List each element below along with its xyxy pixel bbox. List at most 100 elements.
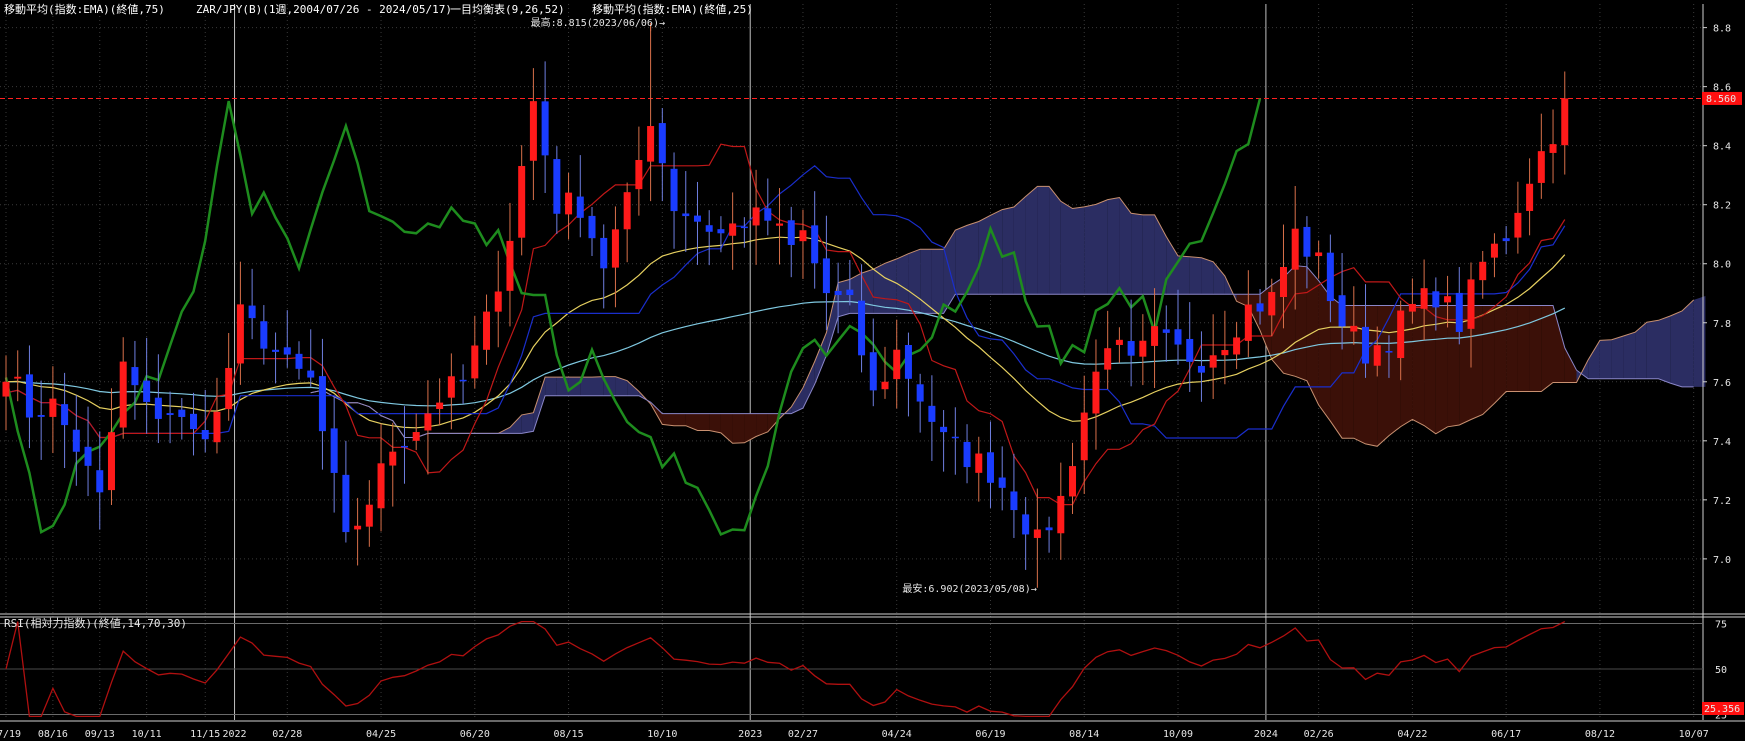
- candle-body: [1197, 365, 1205, 373]
- kumo-segment: [1658, 316, 1671, 384]
- candle-body: [283, 347, 291, 355]
- rsi-panel: 755025: [0, 619, 1727, 722]
- candle-body: [565, 192, 573, 215]
- kumo-segment: [1599, 339, 1612, 379]
- candle-body: [553, 159, 561, 214]
- kumo-segment: [1131, 213, 1143, 295]
- kumo-segment: [1682, 299, 1694, 387]
- candle-body: [119, 361, 127, 428]
- candle-body: [1186, 338, 1194, 362]
- candle-body: [986, 452, 994, 483]
- candle-body: [1092, 371, 1100, 414]
- candle-body: [61, 404, 69, 426]
- candle-body: [354, 525, 362, 530]
- kumo-segment: [896, 253, 909, 314]
- candle-body: [342, 474, 350, 533]
- candle-body: [494, 291, 502, 312]
- candle-body: [611, 229, 619, 268]
- candle-body: [811, 225, 819, 264]
- kumo-segment: [720, 413, 733, 444]
- year-label: 2024: [1254, 729, 1278, 740]
- candle-body: [1326, 252, 1334, 302]
- candle-body: [1045, 527, 1053, 531]
- y-tick-label: 8.8: [1713, 24, 1731, 35]
- candle-body: [647, 126, 655, 162]
- kumo-segment: [955, 225, 967, 295]
- ma25-legend: 移動平均(指数:EMA)(終値,25): [592, 2, 753, 16]
- candle-body: [1080, 412, 1088, 461]
- kumo-segment: [533, 377, 546, 432]
- candle-body: [1537, 151, 1545, 183]
- candle-body: [154, 397, 162, 419]
- candle-body: [529, 101, 537, 161]
- last-price-value: 8.560: [1706, 94, 1736, 105]
- kumo-segment: [1553, 305, 1565, 383]
- candle-body: [1397, 310, 1405, 359]
- kumo-segment: [967, 221, 979, 295]
- y-tick-label: 8.4: [1713, 142, 1731, 153]
- x-tick-label: 02/27: [788, 729, 818, 740]
- kumo-segment: [1178, 255, 1190, 295]
- x-tick-label: 09/13: [85, 729, 115, 740]
- x-tick-label: 06/19: [975, 729, 1005, 740]
- candle-body: [25, 374, 33, 418]
- candle-body: [776, 223, 784, 226]
- high-annotation: 最高:8.815(2023/06/06)→: [531, 16, 665, 29]
- candle-body: [272, 349, 280, 352]
- kumo-segment: [1002, 207, 1014, 295]
- candle-body: [400, 445, 408, 448]
- candle-body: [541, 101, 549, 156]
- kumo-segment: [1377, 305, 1389, 447]
- candle-body: [963, 441, 971, 468]
- y-tick-label: 8.0: [1713, 260, 1731, 271]
- candle-body: [1033, 529, 1041, 538]
- candle-body: [166, 413, 174, 416]
- kumo-segment: [978, 215, 991, 295]
- kumo-segment: [732, 413, 745, 444]
- kumo-segment: [1049, 186, 1061, 295]
- candle-body: [1479, 261, 1487, 281]
- candle-body: [682, 213, 690, 217]
- candle-body: [1490, 243, 1498, 258]
- ma75-legend: 移動平均(指数:EMA)(終値,75): [4, 2, 165, 16]
- kumo-segment: [1037, 186, 1050, 295]
- ichimoku-chart: 8.88.68.48.28.07.87.67.47.27.0 755025 07…: [0, 2, 1745, 740]
- kumo-segment: [1119, 197, 1132, 295]
- x-tick-label: 08/15: [554, 729, 584, 740]
- kumo-segment: [1412, 305, 1425, 426]
- candle-body: [1162, 329, 1170, 333]
- candle-body: [518, 166, 526, 238]
- kumo-segment: [1107, 197, 1120, 295]
- candle-body: [1022, 514, 1030, 535]
- candle-body: [131, 367, 139, 386]
- candle-body: [49, 398, 57, 417]
- candle-body: [1408, 303, 1416, 312]
- kumo-segment: [756, 413, 768, 437]
- candle-body: [1455, 292, 1463, 332]
- kumo-segment: [615, 376, 628, 396]
- kumo-segment: [1506, 305, 1518, 392]
- candle-body: [858, 300, 866, 356]
- kumo-segment: [1588, 340, 1600, 379]
- candle-body: [96, 470, 104, 493]
- x-tick-label: 10/10: [647, 729, 677, 740]
- candle-body: [72, 429, 80, 452]
- candle-body: [975, 453, 983, 473]
- kumo-segment: [1096, 199, 1108, 295]
- candle-body: [600, 237, 608, 269]
- candle-body: [1174, 329, 1182, 345]
- kumo-segment: [1318, 280, 1331, 422]
- candle-body: [1373, 345, 1381, 366]
- kumo-segment: [1482, 305, 1495, 415]
- candle-body: [1104, 348, 1112, 370]
- candle-body: [834, 290, 842, 296]
- kumo-segment: [1060, 201, 1073, 295]
- candle-body: [318, 376, 326, 432]
- candle-body: [483, 311, 491, 350]
- x-tick-label: 07/19: [0, 729, 21, 740]
- candle-body: [588, 215, 596, 239]
- candle-body: [1151, 326, 1159, 346]
- candle-body: [1244, 304, 1252, 341]
- y-tick-label: 7.0: [1713, 555, 1731, 566]
- y-tick-label: 7.8: [1713, 319, 1731, 330]
